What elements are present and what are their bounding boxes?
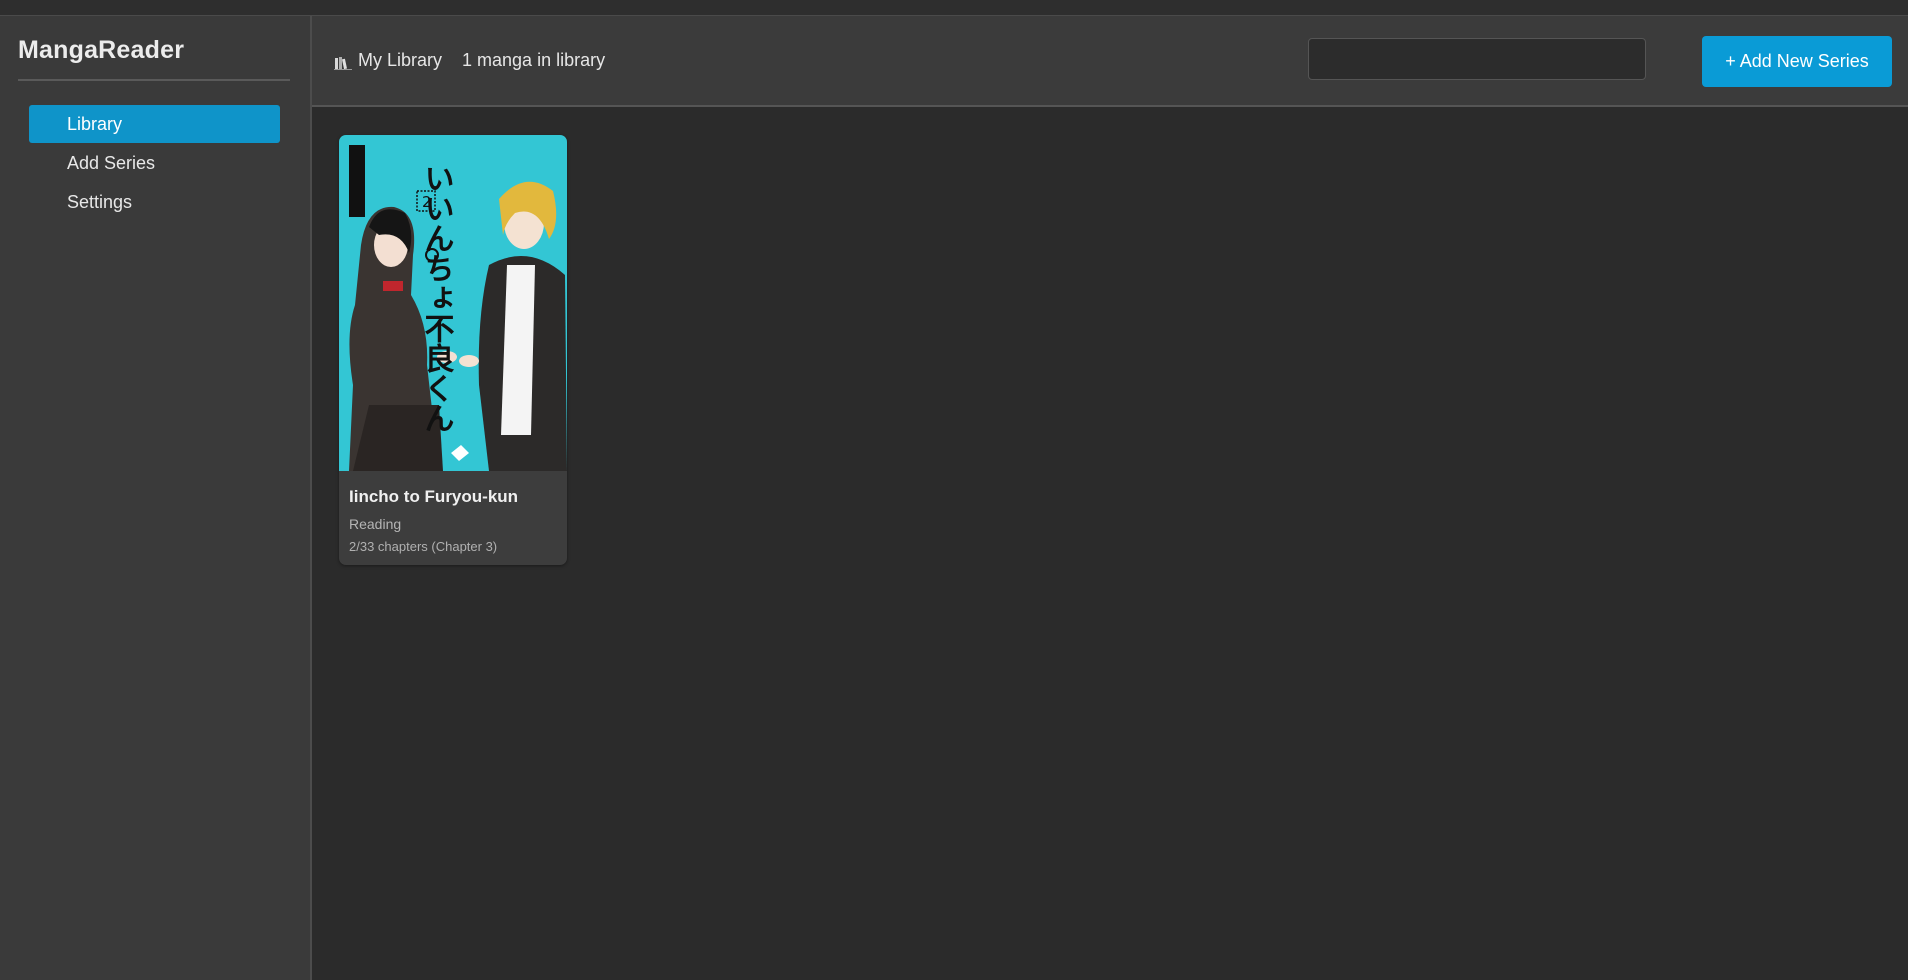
library-count: 1 manga in library — [462, 50, 606, 70]
sidebar-item-library[interactable]: Library — [29, 105, 280, 143]
manga-card-info: Iincho to Furyou-kun Reading 2/33 chapte… — [339, 471, 567, 565]
sidebar-nav: Library Add Series Settings — [29, 105, 280, 222]
library-heading: My Library 1 manga in library — [334, 16, 605, 105]
app-title: MangaReader — [18, 36, 290, 81]
search-input[interactable] — [1308, 38, 1646, 80]
manga-title[interactable]: Iincho to Furyou-kun — [349, 487, 557, 507]
top-header: My Library 1 manga in library + Add New … — [312, 16, 1908, 107]
books-icon — [334, 54, 352, 70]
manga-progress: 2/33 chapters (Chapter 3) — [349, 539, 498, 554]
sidebar-item-add-series[interactable]: Add Series — [29, 144, 280, 182]
sidebar: MangaReader Library Add Series Settings — [0, 16, 312, 980]
manga-card[interactable]: 2 いいんちょ不良くん Iincho to Furyou-kun Reading… — [339, 135, 567, 565]
cover-title-text: いいんちょ不良くん — [419, 163, 455, 433]
add-new-series-button[interactable]: + Add New Series — [1702, 36, 1892, 87]
library-grid: 2 いいんちょ不良くん Iincho to Furyou-kun Reading… — [312, 107, 1908, 980]
sidebar-item-settings[interactable]: Settings — [29, 183, 280, 221]
manga-cover[interactable]: 2 いいんちょ不良くん — [339, 135, 567, 471]
page-title: My Library — [358, 50, 443, 70]
window-top-strip — [0, 0, 1908, 16]
manga-status: Reading — [349, 516, 402, 532]
